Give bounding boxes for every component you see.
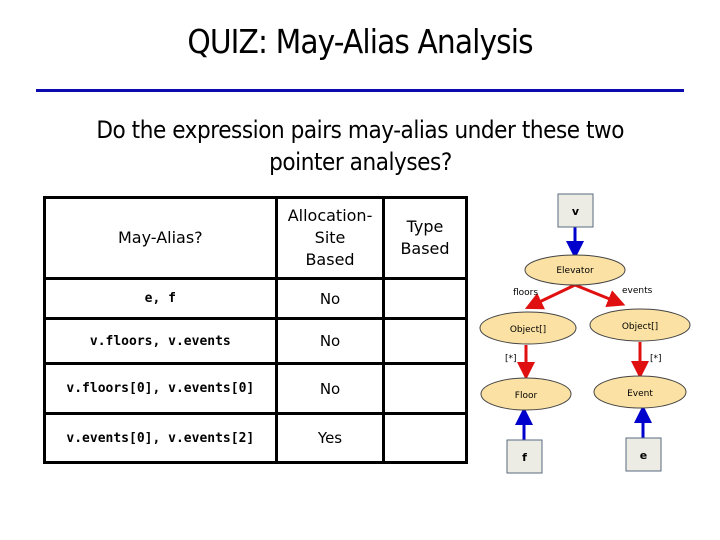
obj-node-floor: Floor: [480, 377, 572, 411]
edge-label-floors: floors: [513, 288, 538, 298]
var-node-f: f: [506, 439, 543, 474]
obj-node-events-array: Object[]: [589, 308, 691, 342]
var-node-e: e: [625, 437, 662, 472]
obj-label-event: Event: [627, 389, 653, 399]
obj-label-elevator: Elevator: [556, 266, 594, 276]
obj-node-event: Event: [593, 375, 687, 409]
edge-floors: [524, 283, 576, 310]
obj-label-floors-array: Object[]: [510, 325, 546, 335]
points-to-graph: v Elevator floors events Object[] Object…: [479, 193, 691, 474]
edge-label-events: events: [622, 286, 653, 296]
edge-events: [574, 283, 626, 307]
edge-label-floors-elem: [*]: [505, 354, 517, 364]
obj-label-floor: Floor: [515, 391, 538, 401]
var-label-f: f: [522, 451, 527, 464]
obj-label-events-array: Object[]: [622, 322, 658, 332]
var-label-e: e: [640, 449, 647, 462]
var-label-v: v: [572, 205, 580, 218]
obj-node-floors-array: Object[]: [479, 311, 577, 345]
obj-node-elevator: Elevator: [524, 254, 626, 286]
var-node-v: v: [557, 193, 594, 228]
edge-label-events-elem: [*]: [650, 354, 662, 364]
